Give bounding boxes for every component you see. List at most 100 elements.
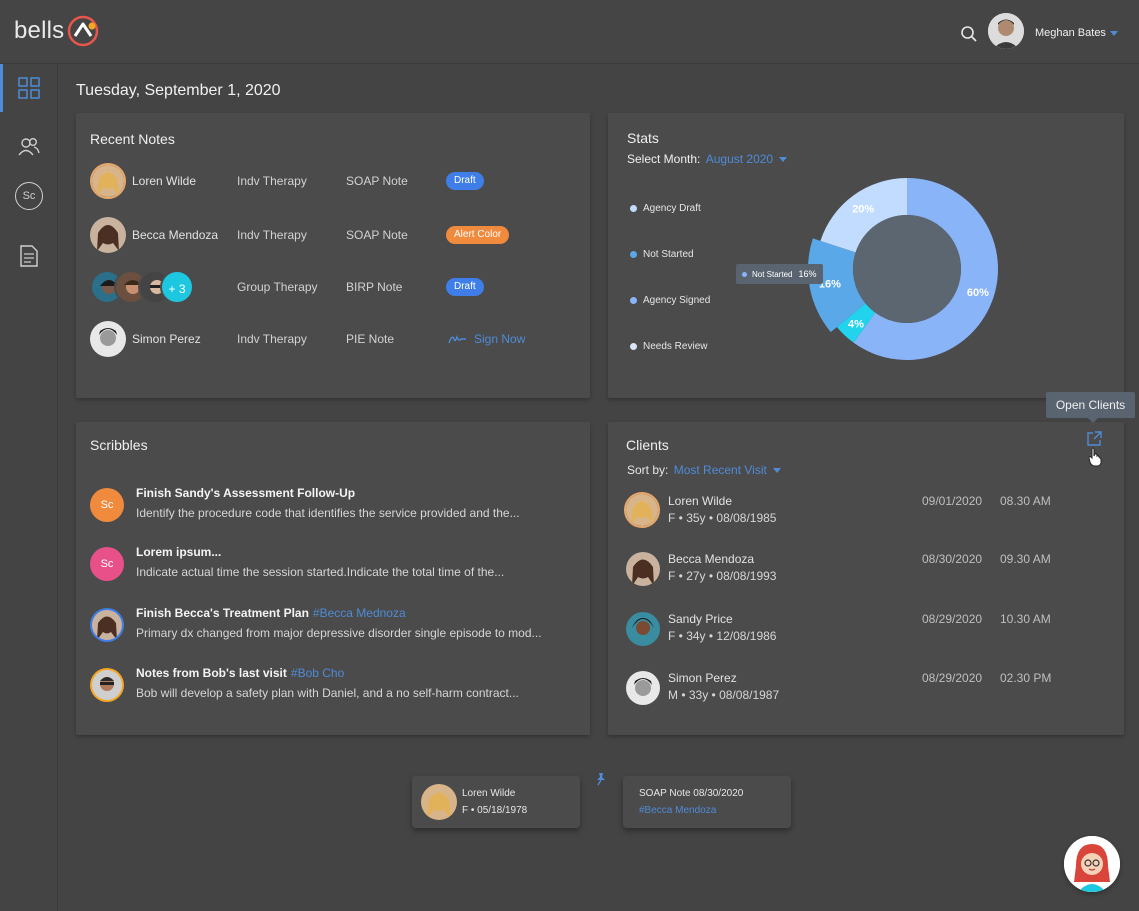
scribble-tag[interactable]: #Bob Cho: [291, 666, 344, 680]
note-row[interactable]: + 3 Group Therapy BIRP Note Draft: [90, 267, 570, 307]
sign-now-label: Sign Now: [474, 332, 526, 346]
more-participants-count[interactable]: + 3: [160, 270, 194, 304]
slice-label: 4%: [848, 318, 864, 330]
note-kind: BIRP Note: [346, 280, 403, 294]
sort-selector[interactable]: Sort by: Most Recent Visit: [627, 463, 782, 477]
legend-label: Needs Review: [643, 341, 708, 352]
sort-label: Sort by:: [627, 463, 669, 477]
clients-title: Clients: [626, 437, 669, 453]
user-menu-caret-icon[interactable]: [1110, 31, 1118, 36]
status-badge[interactable]: Alert Color: [446, 226, 510, 244]
avatar: [626, 671, 660, 705]
client-meta: M • 33y • 08/08/1987: [668, 688, 780, 702]
legend-item: Needs Review: [630, 341, 707, 352]
sign-now-button[interactable]: Sign Now: [448, 332, 525, 346]
slice-label: 20%: [852, 204, 874, 216]
chevron-down-icon[interactable]: [779, 157, 788, 163]
logo-text: bells: [14, 17, 65, 44]
people-icon: [18, 138, 40, 156]
scribble-title-text: Finish Becca's Treatment Plan: [136, 606, 309, 620]
client-name: Sandy Price: [668, 612, 733, 626]
legend-item: Agency Signed: [630, 295, 710, 306]
client-row[interactable]: Simon Perez M • 33y • 08/08/1987 08/29/2…: [624, 669, 1094, 709]
search-icon[interactable]: [960, 25, 978, 43]
scribble-item[interactable]: Sc Finish Sandy's Assessment Follow-Up I…: [90, 486, 570, 528]
client-meta: F • 34y • 12/08/1986: [668, 629, 777, 643]
month-selector[interactable]: Select Month: August 2020: [627, 152, 788, 166]
avatar: [90, 163, 126, 199]
scribble-avatar: Sc: [90, 488, 124, 522]
stats-donut-chart: 60%4%16%20%: [808, 178, 998, 360]
pinned-client-card[interactable]: Loren Wilde F • 05/18/1978: [412, 776, 580, 828]
sidebar-item-notes[interactable]: [0, 232, 58, 280]
scribbles-card: Scribbles Sc Finish Sandy's Assessment F…: [76, 422, 590, 735]
scribble-avatar: Sc: [90, 547, 124, 581]
external-link-icon[interactable]: [1086, 431, 1102, 447]
scribble-body: Identify the procedure code that identif…: [136, 506, 520, 520]
month-select-value[interactable]: August 2020: [706, 152, 773, 166]
sidebar: Sc: [0, 64, 58, 911]
legend-item: Agency Draft: [630, 203, 701, 214]
scribble-title: Lorem ipsum...: [136, 545, 221, 559]
note-row[interactable]: Simon Perez Indv Therapy PIE Note Sign N…: [90, 319, 570, 359]
slice-label: 60%: [967, 287, 989, 299]
sidebar-item-scribbles[interactable]: Sc: [0, 172, 58, 220]
client-visit-date: 08/30/2020: [922, 552, 983, 566]
client-visit-time: 10.30 AM: [1000, 612, 1051, 626]
recent-notes-title: Recent Notes: [90, 131, 175, 147]
client-visit-time: 08.30 AM: [1000, 494, 1051, 508]
pinned-note-title: SOAP Note 08/30/2020: [639, 788, 744, 799]
scribble-item[interactable]: Finish Becca's Treatment Plan #Becca Medn…: [90, 606, 570, 648]
legend-label: Not Started: [643, 249, 694, 260]
logo[interactable]: bells: [14, 14, 100, 48]
donut-hole: [853, 215, 961, 323]
dashboard-icon: [18, 77, 40, 99]
scribbles-title: Scribbles: [90, 437, 148, 453]
logo-mark-icon: [68, 15, 99, 47]
client-row[interactable]: Loren Wilde F • 35y • 08/08/1985 09/01/2…: [624, 492, 1094, 532]
scribble-item[interactable]: Notes from Bob's last visit #Bob Cho Bob …: [90, 666, 570, 708]
pin-icon[interactable]: [595, 772, 607, 786]
sort-value[interactable]: Most Recent Visit: [674, 463, 767, 477]
pinned-note-tag[interactable]: #Becca Mendoza: [639, 805, 716, 816]
client-row[interactable]: Sandy Price F • 34y • 12/08/1986 08/29/2…: [624, 610, 1094, 650]
client-meta: F • 35y • 08/08/1985: [668, 511, 777, 525]
user-name[interactable]: Meghan Bates: [1035, 27, 1106, 39]
tooltip-value: 16%: [798, 269, 817, 279]
scribbles-icon: Sc: [15, 182, 43, 210]
top-bar: bells Meghan Bates: [0, 0, 1139, 64]
scribble-tag[interactable]: #Becca Mednoza: [313, 606, 406, 620]
chevron-down-icon[interactable]: [773, 468, 782, 474]
legend-dot: [630, 251, 637, 258]
note-session-type: Indv Therapy: [237, 332, 307, 346]
month-select-label: Select Month:: [627, 152, 701, 166]
avatar: [624, 492, 660, 528]
pinned-client-name: Loren Wilde: [462, 788, 516, 799]
status-badge[interactable]: Draft: [446, 172, 484, 190]
legend-dot: [630, 297, 637, 304]
scribble-title: Finish Sandy's Assessment Follow-Up: [136, 486, 355, 500]
tooltip-dot: [742, 271, 747, 277]
sidebar-item-dashboard[interactable]: [0, 64, 58, 112]
stats-title: Stats: [627, 130, 659, 146]
pinned-note-card[interactable]: SOAP Note 08/30/2020 #Becca Mendoza: [623, 776, 791, 828]
client-visit-date: 08/29/2020: [922, 612, 983, 626]
user-avatar[interactable]: [988, 13, 1024, 49]
scribble-body: Bob will develop a safety plan with Dani…: [136, 686, 519, 700]
client-visit-time: 09.30 AM: [1000, 552, 1051, 566]
scribble-item[interactable]: Sc Lorem ipsum... Indicate actual time t…: [90, 545, 570, 587]
pinned-client-meta: F • 05/18/1978: [462, 805, 528, 816]
scribble-title: Finish Becca's Treatment Plan #Becca Medn…: [136, 606, 406, 620]
note-row[interactable]: Loren Wilde Indv Therapy SOAP Note Draft: [90, 161, 570, 201]
status-badge[interactable]: Draft: [446, 278, 484, 296]
client-row[interactable]: Becca Mendoza F • 27y • 08/08/1993 08/30…: [624, 550, 1094, 590]
scribble-avatar: [90, 608, 124, 642]
avatar: [626, 552, 660, 586]
sidebar-item-clients[interactable]: [0, 123, 58, 171]
note-session-type: Indv Therapy: [237, 174, 307, 188]
note-client-name: Simon Perez: [132, 332, 201, 346]
note-row[interactable]: Becca Mendoza Indv Therapy SOAP Note Ale…: [90, 215, 570, 255]
cursor-hand-icon: [1088, 447, 1102, 467]
assistant-avatar-button[interactable]: [1064, 836, 1120, 892]
scribble-title-text: Lorem ipsum...: [136, 545, 222, 559]
